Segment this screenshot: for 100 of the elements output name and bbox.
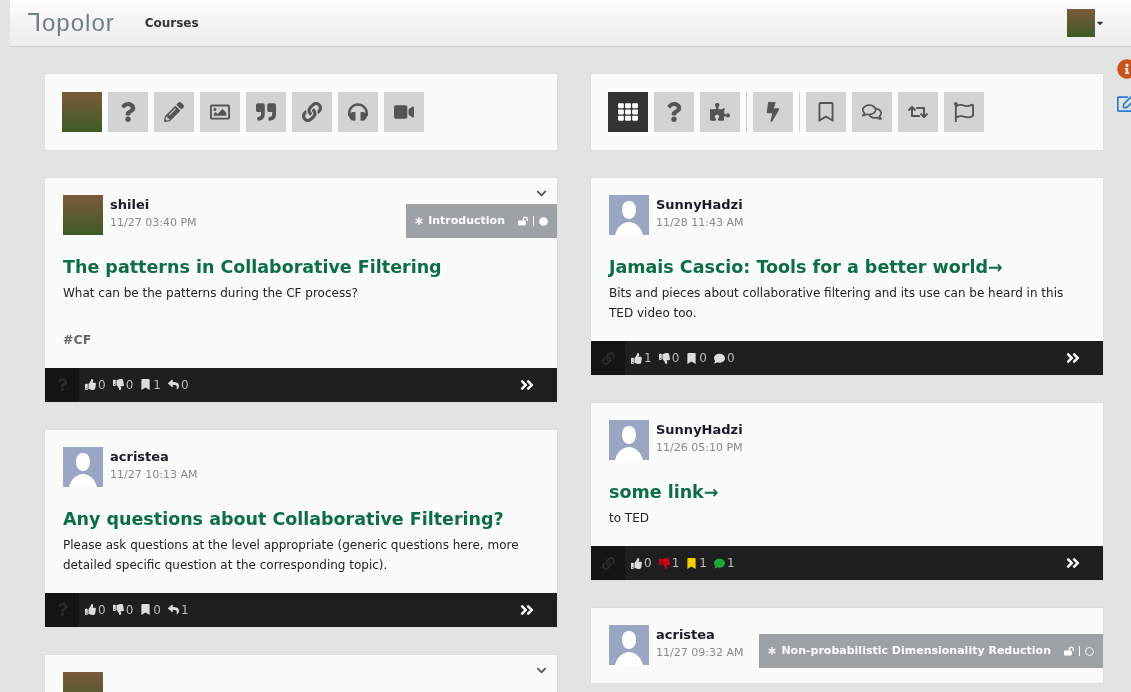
quote-icon bbox=[256, 102, 276, 122]
thumbs-down-button[interactable]: 0 bbox=[112, 600, 134, 619]
quote-button[interactable] bbox=[246, 92, 286, 132]
puzzle-button[interactable] bbox=[700, 92, 740, 132]
topic-label: Introduction bbox=[428, 212, 505, 229]
question-icon bbox=[55, 603, 69, 617]
unlocked-padlock-icon bbox=[1064, 646, 1074, 656]
question-button[interactable] bbox=[654, 92, 694, 132]
video-camera-icon bbox=[394, 102, 414, 122]
hashtag[interactable]: #CF bbox=[63, 331, 539, 350]
default-avatar-icon bbox=[609, 625, 649, 665]
thumbs-down-button[interactable]: 0 bbox=[112, 375, 134, 394]
pencil-button[interactable] bbox=[154, 92, 194, 132]
reply-button[interactable]: 0 bbox=[167, 375, 189, 394]
headphones-button[interactable] bbox=[338, 92, 378, 132]
post-body: to TED bbox=[609, 510, 650, 527]
bookmark-button[interactable] bbox=[806, 92, 846, 132]
double-chevron-right-icon[interactable] bbox=[1065, 350, 1081, 366]
chevron-down-icon[interactable] bbox=[536, 188, 547, 199]
video-camera-button[interactable] bbox=[384, 92, 424, 132]
author-name[interactable]: SunnyHadzi bbox=[656, 422, 743, 438]
thumbs-down-icon bbox=[112, 379, 124, 391]
avatar-photo bbox=[63, 195, 103, 235]
lightning-button[interactable] bbox=[753, 92, 793, 132]
default-avatar-icon bbox=[609, 195, 649, 235]
flag-icon bbox=[954, 102, 974, 122]
thumbs-up-icon bbox=[85, 379, 96, 391]
speech-bubbles-icon bbox=[862, 102, 882, 122]
thumbs-up-icon bbox=[631, 557, 642, 569]
link-button[interactable] bbox=[292, 92, 332, 132]
post-time: 11/27 10:13 AM bbox=[110, 466, 198, 483]
bookmark-button[interactable]: 1 bbox=[686, 554, 707, 572]
link-icon bbox=[601, 556, 615, 570]
bookmark-icon bbox=[140, 379, 152, 391]
thumbs-down-button[interactable]: 0 bbox=[658, 349, 680, 367]
unlocked-padlock-icon bbox=[518, 216, 528, 226]
thumbs-down-icon bbox=[658, 352, 670, 364]
author-name[interactable]: acristea bbox=[110, 448, 198, 465]
thumbs-up-button[interactable]: 1 bbox=[631, 349, 652, 367]
thumbs-down-icon bbox=[112, 604, 124, 616]
post-body: Bits and pieces about collaborative filtering and its use can be heard in this TED video too. bbox=[609, 285, 1065, 322]
comment-button[interactable]: 1 bbox=[713, 554, 735, 572]
post-time: 11/28 11:43 AM bbox=[656, 215, 744, 231]
asterisk-icon bbox=[415, 217, 424, 225]
info-icon[interactable] bbox=[1117, 59, 1131, 79]
nav-link[interactable]: Courses bbox=[144, 14, 199, 32]
image-button[interactable] bbox=[200, 92, 240, 132]
topic-label: Non-probabilistic Dimensionality Reduction bbox=[781, 642, 1051, 659]
link-icon bbox=[302, 102, 322, 122]
thumbs-up-icon bbox=[85, 604, 96, 616]
reply-icon bbox=[167, 379, 179, 391]
logo[interactable]: ꓶopolor bbox=[28, 11, 115, 35]
grid-button[interactable] bbox=[608, 92, 648, 132]
comment-icon bbox=[713, 352, 725, 364]
double-chevron-right-icon[interactable] bbox=[1065, 555, 1081, 571]
flag-button[interactable] bbox=[944, 92, 984, 132]
edit-icon[interactable] bbox=[1117, 93, 1131, 113]
thumbs-down-icon bbox=[658, 557, 670, 569]
bookmark-icon bbox=[816, 102, 836, 122]
asterisk-icon bbox=[768, 647, 777, 655]
post-body: Please ask questions at the level appropriate (generic questions here, more detailed specific question at the corresponding topic). bbox=[63, 536, 520, 574]
puzzle-icon bbox=[710, 102, 730, 122]
author-name[interactable]: acristea bbox=[656, 627, 744, 643]
user-menu-button[interactable] bbox=[1067, 9, 1105, 37]
comment-button[interactable]: 0 bbox=[713, 349, 735, 367]
speech-bubbles-button[interactable] bbox=[852, 92, 892, 132]
post-time: 11/26 05:10 PM bbox=[656, 440, 743, 456]
question-button[interactable] bbox=[108, 92, 148, 132]
thumbs-up-button[interactable]: 0 bbox=[85, 375, 106, 394]
post-title[interactable]: Jamais Cascio: Tools for a better world→ bbox=[609, 255, 1085, 279]
image-icon bbox=[210, 102, 230, 122]
thumbs-down-button[interactable]: 1 bbox=[658, 554, 680, 572]
post-title[interactable]: some link→ bbox=[609, 480, 1085, 504]
link-icon bbox=[601, 351, 615, 365]
thumbs-up-button[interactable]: 0 bbox=[85, 600, 106, 619]
bookmark-button[interactable]: 0 bbox=[686, 349, 707, 367]
thumbs-up-button[interactable]: 0 bbox=[631, 554, 652, 572]
thumbs-up-icon bbox=[631, 352, 642, 364]
comment-icon bbox=[713, 557, 725, 569]
post-title[interactable]: Any questions about Collaborative Filtering? bbox=[63, 506, 539, 531]
post-time: 11/27 09:32 AM bbox=[656, 645, 744, 661]
bookmark-button[interactable]: 1 bbox=[140, 375, 161, 394]
post-body: What can be the patterns during the CF process? bbox=[63, 285, 359, 302]
bookmark-icon bbox=[686, 557, 698, 569]
reply-button[interactable]: 1 bbox=[167, 600, 189, 619]
grid-icon bbox=[618, 102, 638, 122]
default-avatar-icon bbox=[609, 420, 649, 460]
pencil-icon bbox=[164, 102, 184, 122]
bookmark-icon bbox=[686, 352, 698, 364]
post-time: 11/27 03:40 PM bbox=[110, 215, 197, 231]
post-title[interactable]: The patterns in Collaborative Filtering bbox=[63, 255, 539, 279]
author-name[interactable]: SunnyHadzi bbox=[656, 197, 744, 213]
author-name[interactable]: shilei bbox=[110, 197, 197, 213]
bookmark-button[interactable]: 0 bbox=[140, 600, 161, 619]
default-avatar-icon bbox=[63, 446, 103, 487]
reply-icon bbox=[167, 604, 179, 616]
bookmark-icon bbox=[140, 604, 152, 616]
repost-button[interactable] bbox=[898, 92, 938, 132]
question-icon bbox=[55, 378, 69, 392]
headphones-icon bbox=[348, 102, 368, 122]
